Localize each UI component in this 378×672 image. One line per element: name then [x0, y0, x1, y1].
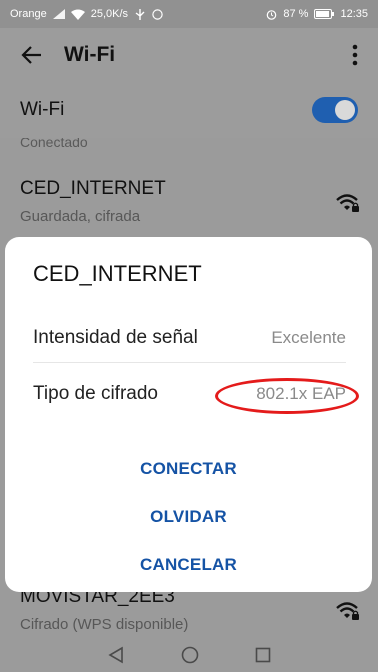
nav-back-icon[interactable] — [107, 646, 125, 664]
wifi-toggle-switch[interactable] — [312, 97, 358, 123]
back-button[interactable] — [0, 28, 64, 82]
clock: 12:35 — [340, 8, 368, 20]
signal-strength-value: Excelente — [271, 327, 346, 347]
network-status: Conectado — [20, 138, 88, 150]
status-bar: Orange 25,0K/s 87 % 12:35 — [0, 0, 378, 28]
more-vert-icon — [352, 44, 358, 66]
red-highlight-ellipse — [215, 378, 359, 414]
encryption-type-label: Tipo de cifrado — [33, 383, 158, 404]
usb-icon — [134, 8, 146, 20]
navigation-bar — [0, 638, 378, 672]
wifi-status-icon — [70, 9, 85, 20]
toggle-knob — [335, 100, 355, 120]
network-details-dialog: CED_INTERNET Intensidad de señal Excelen… — [5, 237, 372, 592]
nav-recents-icon[interactable] — [255, 647, 271, 663]
battery-icon — [314, 9, 335, 19]
back-arrow-icon — [21, 46, 41, 64]
wifi-lock-icon — [336, 602, 359, 620]
wifi-lock-icon — [336, 194, 359, 212]
wifi-toggle-label: Wi-Fi — [20, 99, 65, 120]
network-status: Guardada, cifrada — [20, 208, 141, 225]
dialog-title: CED_INTERNET — [33, 261, 202, 286]
network-ssid: CED_INTERNET — [20, 178, 166, 199]
network-status: Cifrado (WPS disponible) — [20, 616, 189, 633]
network-item-movistar[interactable]: MOVISTAR_2EE3 Cifrado (WPS disponible) — [0, 586, 378, 633]
more-options-button[interactable] — [332, 28, 378, 82]
signal-strength-label: Intensidad de señal — [33, 326, 198, 348]
signal-icon — [52, 9, 65, 19]
whatsapp-icon — [152, 8, 163, 20]
battery-percent: 87 % — [283, 8, 309, 20]
alarm-icon — [266, 9, 277, 20]
page-title: Wi-Fi — [64, 43, 116, 66]
network-item-ced-internet[interactable]: CED_INTERNET Guardada, cifrada — [0, 178, 378, 225]
network-speed: 25,0K/s — [90, 8, 129, 20]
app-bar: Wi-Fi — [0, 28, 378, 82]
nav-home-icon[interactable] — [181, 646, 199, 664]
signal-strength-row: Intensidad de señal Excelente — [33, 313, 346, 363]
network-item-connected[interactable]: Conectado — [0, 138, 378, 150]
wifi-toggle-row[interactable]: Wi-Fi — [0, 82, 378, 138]
connect-button[interactable]: CONECTAR — [5, 449, 372, 489]
forget-button[interactable]: OLVIDAR — [5, 497, 372, 537]
encryption-type-row: Tipo de cifrado 802.1x EAP — [33, 369, 359, 419]
carrier-name: Orange — [10, 8, 47, 20]
cancel-button[interactable]: CANCELAR — [5, 545, 372, 585]
